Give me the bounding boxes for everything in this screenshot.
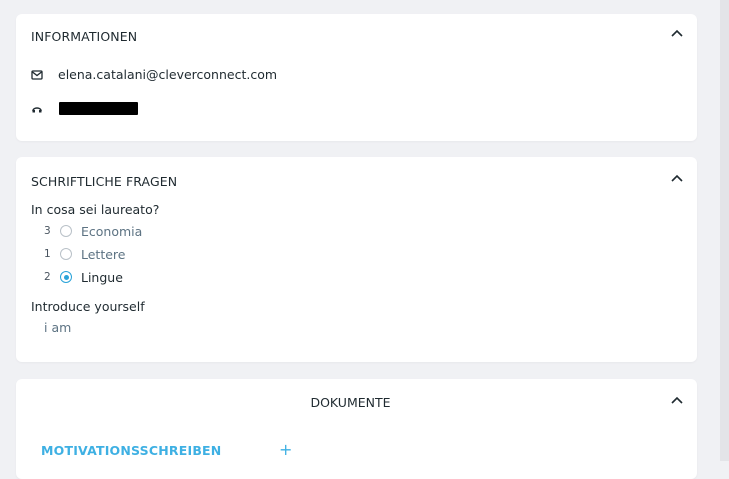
email-text[interactable]: elena.catalani@cleverconnect.com [58,67,277,82]
phone-icon [31,103,43,115]
question-label: In cosa sei laureato? [31,202,160,217]
radio-button[interactable] [60,248,72,260]
chevron-up-icon[interactable] [671,396,683,404]
radio-button-selected[interactable] [60,271,72,283]
redacted-phone-number [59,102,138,115]
question-label: Introduce yourself [31,299,145,314]
email-row: elena.catalani@cleverconnect.com [31,67,277,82]
chevron-up-icon[interactable] [671,174,683,182]
option-label: Lettere [81,246,126,262]
chevron-up-icon[interactable] [671,29,683,37]
motivationsschreiben-link[interactable]: MOTIVATIONSSCHREIBEN [41,443,221,458]
informationen-title: INFORMATIONEN [31,29,138,44]
option-count: 2 [44,271,51,283]
radio-button[interactable] [60,225,72,237]
option-row: 3 Economia [44,223,142,239]
phone-row [31,103,43,115]
option-row: 1 Lettere [44,246,125,262]
add-document-plus-icon[interactable]: + [279,442,292,458]
option-count: 1 [44,248,51,260]
option-label: Economia [81,223,143,239]
option-count: 3 [44,225,51,237]
page-scrollbar[interactable] [720,0,729,461]
schriftliche-fragen-title: SCHRIFTLICHE FRAGEN [31,174,178,189]
schriftliche-fragen-card: SCHRIFTLICHE FRAGEN In cosa sei laureato… [16,157,697,362]
dokumente-card: DOKUMENTE MOTIVATIONSSCHREIBEN + [16,379,697,479]
option-row: 2 Lingue [44,269,123,285]
dokumente-title: DOKUMENTE [310,395,391,410]
informationen-card: INFORMATIONEN elena.catalani@cleverconne… [16,14,697,141]
option-label: Lingue [81,269,123,285]
mail-icon [31,69,43,81]
answer-text: i am [44,320,72,335]
